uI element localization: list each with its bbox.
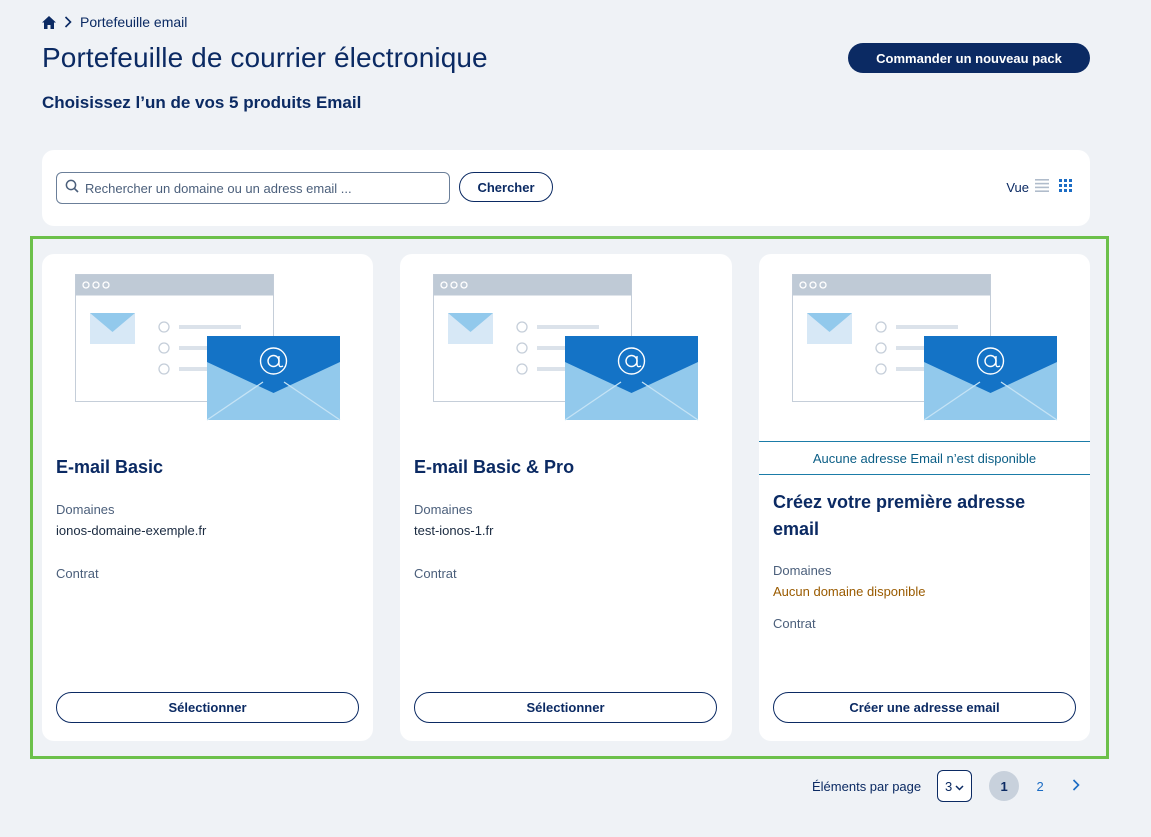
domain-value: test-ionos-1.fr bbox=[414, 523, 494, 538]
page-1-button[interactable]: 1 bbox=[989, 771, 1020, 801]
list-view-icon[interactable] bbox=[1035, 179, 1049, 195]
contract-label: Contrat bbox=[56, 566, 99, 581]
select-button[interactable]: Sélectionner bbox=[56, 692, 359, 723]
envelope-icon bbox=[792, 274, 1058, 426]
search-button[interactable]: Chercher bbox=[459, 172, 553, 202]
contract-label: Contrat bbox=[414, 566, 457, 581]
no-email-notice: Aucune adresse Email n’est disponible bbox=[759, 441, 1090, 475]
create-email-button[interactable]: Créer une adresse email bbox=[773, 692, 1076, 723]
domains-label: Domaines bbox=[56, 502, 115, 517]
domains-label: Domaines bbox=[414, 502, 473, 517]
domains-label: Domaines bbox=[773, 563, 832, 578]
chevron-down-icon bbox=[955, 779, 964, 794]
items-per-page-label: Éléments par page bbox=[812, 778, 922, 794]
product-card: E-mail Basic Domaines ionos-domaine-exem… bbox=[42, 254, 373, 741]
product-card: Aucune adresse Email n’est disponible Cr… bbox=[759, 254, 1090, 741]
view-label: Vue bbox=[1006, 179, 1029, 195]
page-size-select[interactable]: 3 bbox=[937, 770, 973, 802]
next-page-button[interactable] bbox=[1061, 771, 1091, 801]
pagination: Éléments par page 3 1 2 bbox=[812, 770, 1091, 802]
search-icon bbox=[65, 179, 79, 198]
search-panel: Chercher Vue bbox=[42, 150, 1090, 226]
contract-label: Contrat bbox=[773, 616, 816, 631]
view-toggle: Vue bbox=[1006, 179, 1072, 195]
card-title: E-mail Basic bbox=[56, 457, 164, 477]
search-input[interactable] bbox=[85, 174, 449, 202]
page-title: Portefeuille de courrier électronique bbox=[42, 42, 488, 73]
select-button[interactable]: Sélectionner bbox=[414, 692, 717, 723]
grid-view-icon[interactable] bbox=[1059, 179, 1072, 195]
page-2-button[interactable]: 2 bbox=[1025, 771, 1055, 801]
domain-value: Aucun domaine disponible bbox=[773, 584, 926, 599]
domain-value: ionos-domaine-exemple.fr bbox=[56, 523, 207, 538]
chevron-right-icon bbox=[1072, 778, 1080, 794]
page-subtitle: Choisissez l’un de vos 5 produits Email bbox=[42, 93, 362, 112]
order-new-pack-button[interactable]: Commander un nouveau pack bbox=[848, 43, 1090, 73]
page-size-value: 3 bbox=[945, 778, 953, 794]
breadcrumb: Portefeuille email bbox=[42, 14, 187, 30]
chevron-right-icon bbox=[64, 16, 72, 28]
product-card: E-mail Basic & Pro Domaines test-ionos-1… bbox=[400, 254, 732, 741]
envelope-icon bbox=[433, 274, 699, 426]
envelope-icon bbox=[75, 274, 341, 426]
card-title: E-mail Basic & Pro bbox=[414, 457, 575, 477]
breadcrumb-current: Portefeuille email bbox=[80, 14, 188, 30]
search-box[interactable] bbox=[56, 172, 450, 204]
home-icon[interactable] bbox=[42, 15, 56, 29]
card-title: Créez votre première adresse email bbox=[773, 492, 1026, 539]
